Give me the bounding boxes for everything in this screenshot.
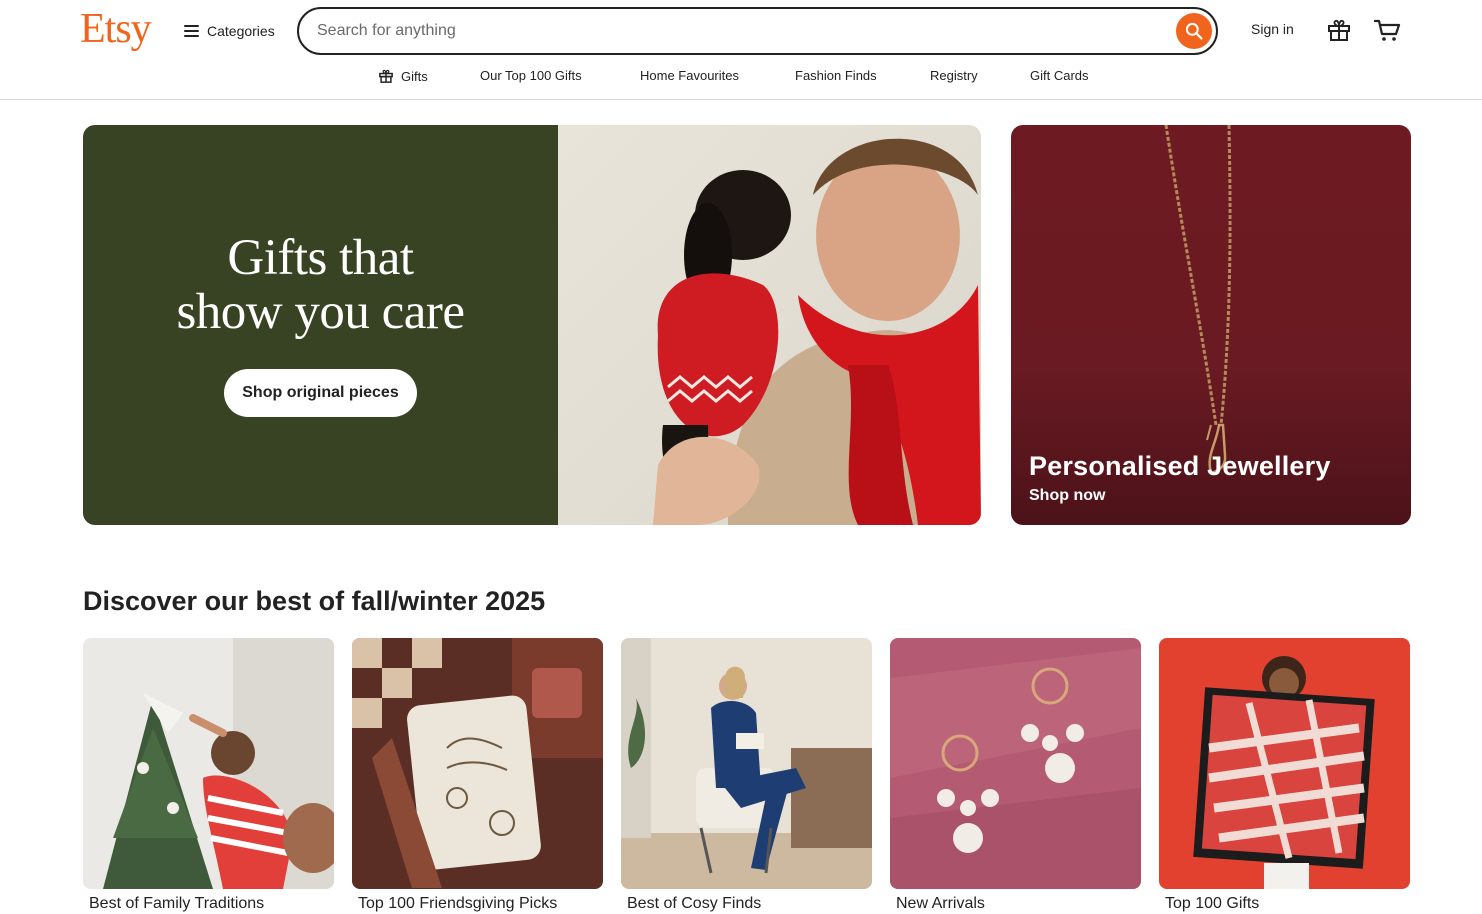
card-image: [621, 638, 872, 889]
categories-button[interactable]: Categories: [184, 19, 275, 43]
card-label: Best of Family Traditions: [89, 895, 265, 912]
card-image: [890, 638, 1141, 889]
search-bar: [297, 7, 1218, 55]
sub-navigation: Gifts Our Top 100 Gifts Home Favourites …: [0, 64, 1482, 90]
search-button[interactable]: [1176, 13, 1212, 49]
subnav-home-favourites[interactable]: Home Favourites: [640, 68, 739, 83]
gift-icon: [379, 69, 393, 83]
family-traditions-illustration: [83, 638, 334, 889]
hero-title-line-2: show you care: [176, 284, 465, 340]
subnav-gifts-label: Gifts: [401, 68, 428, 84]
subnav-gifts[interactable]: Gifts: [378, 68, 428, 84]
site-header: Etsy Categories Sign in: [0, 0, 1482, 100]
category-card-cosy-finds[interactable]: Best of Cosy Finds: [621, 638, 872, 912]
card-label: Best of Cosy Finds: [627, 895, 762, 912]
categories-label: Categories: [207, 23, 275, 39]
cart-icon[interactable]: [1373, 17, 1401, 43]
shop-original-pieces-button[interactable]: Shop original pieces: [224, 369, 417, 417]
hero-title: Gifts that show you care: [83, 231, 558, 339]
friendsgiving-illustration: [352, 638, 603, 889]
hero-title-line-1: Gifts that: [227, 230, 414, 286]
card-image: [1159, 638, 1410, 889]
cosy-finds-illustration: [621, 638, 872, 889]
hero-banner: Gifts that show you care Shop original p…: [83, 125, 981, 525]
hero-photo-illustration: [653, 138, 981, 525]
earrings-illustration: [890, 638, 1141, 889]
hero-image-man-with-dog[interactable]: [558, 125, 981, 525]
discover-section-title: Discover our best of fall/winter 2025: [83, 586, 546, 616]
card-label: Top 100 Gifts: [1165, 895, 1260, 912]
category-card-family-traditions[interactable]: Best of Family Traditions: [83, 638, 334, 912]
category-card-new-arrivals[interactable]: New Arrivals: [890, 638, 1141, 912]
category-card-friendsgiving-picks[interactable]: Top 100 Friendsgiving Picks: [352, 638, 603, 912]
card-image: [83, 638, 334, 889]
card-image: [352, 638, 603, 889]
gift-icon[interactable]: [1326, 17, 1352, 43]
sign-in-link[interactable]: Sign in: [1251, 21, 1294, 37]
card-label: Top 100 Friendsgiving Picks: [358, 895, 558, 912]
card-label: New Arrivals: [896, 895, 985, 912]
scarf-illustration: [1159, 638, 1410, 889]
subnav-fashion-finds[interactable]: Fashion Finds: [795, 68, 877, 83]
hero-text-panel: Gifts that show you care Shop original p…: [83, 125, 558, 525]
promo-shop-now-link[interactable]: Shop now: [1029, 487, 1105, 505]
search-input[interactable]: [317, 19, 1157, 43]
promo-title: Personalised Jewellery: [1029, 451, 1331, 481]
search-icon: [1185, 22, 1203, 40]
personalised-jewellery-promo[interactable]: Personalised Jewellery Shop now: [1011, 125, 1411, 525]
etsy-logo[interactable]: Etsy: [80, 5, 152, 53]
menu-icon: [184, 25, 199, 37]
subnav-gift-cards[interactable]: Gift Cards: [1030, 68, 1089, 83]
subnav-top-100-gifts[interactable]: Our Top 100 Gifts: [480, 68, 582, 83]
category-card-top-100-gifts[interactable]: Top 100 Gifts: [1159, 638, 1410, 912]
subnav-registry[interactable]: Registry: [930, 68, 978, 83]
